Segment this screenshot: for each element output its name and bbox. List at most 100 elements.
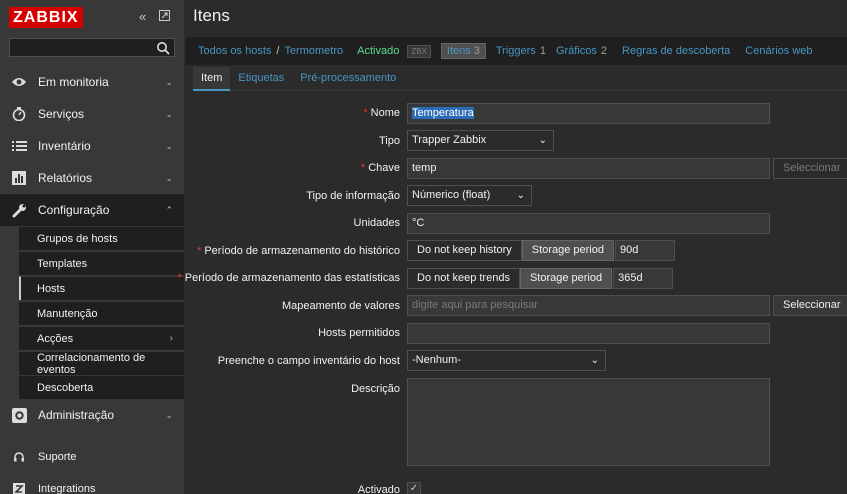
form-tabs: Item Etiquetas Pré-processamento bbox=[193, 67, 847, 91]
valuemap-select-button[interactable]: Seleccionar bbox=[773, 295, 847, 316]
nav-items-label: Itens bbox=[446, 45, 471, 57]
history-period-field[interactable]: 90d bbox=[614, 240, 675, 261]
type-value: Trapper Zabbix bbox=[412, 134, 487, 146]
menu-monitoring[interactable]: Em monitoria ⌄ bbox=[0, 66, 184, 98]
description-label: Descrição bbox=[351, 383, 400, 395]
gear-icon bbox=[11, 407, 27, 423]
menu-label: Relatórios bbox=[38, 171, 93, 185]
trends-label: * Período de armazenamento das estatístic… bbox=[177, 272, 400, 284]
submenu-hosts[interactable]: Hosts bbox=[19, 276, 184, 300]
menu-reports[interactable]: Relatórios ⌄ bbox=[0, 162, 184, 194]
menu-administration[interactable]: Administração ⌄ bbox=[0, 399, 184, 431]
trends-mode-toggle: Do not keep trends Storage period 365d bbox=[407, 268, 674, 289]
required-marker: * bbox=[197, 245, 202, 257]
check-icon: ✓ bbox=[409, 483, 419, 494]
tab-tags[interactable]: Etiquetas bbox=[230, 67, 292, 91]
nav-items[interactable]: Itens 3 bbox=[440, 43, 486, 59]
name-label-text: Nome bbox=[370, 107, 400, 119]
history-mode-toggle: Do not keep history Storage period 90d bbox=[407, 240, 675, 261]
description-textarea[interactable] bbox=[407, 378, 770, 466]
expand-icon[interactable] bbox=[159, 9, 170, 25]
submenu-label: Manutenção bbox=[37, 307, 98, 320]
nav-graphs[interactable]: Gráficos 2 bbox=[556, 45, 607, 57]
key-select-button[interactable]: Seleccionar bbox=[773, 158, 847, 179]
info-type-select[interactable]: Númerico (float) ⌄ bbox=[407, 185, 532, 206]
info-type-label: Tipo de informação bbox=[306, 190, 400, 202]
submenu-label: Hosts bbox=[37, 282, 66, 295]
name-field[interactable]: Temperatura bbox=[407, 103, 770, 124]
menu-inventory[interactable]: Inventário ⌄ bbox=[0, 130, 184, 162]
submenu-maintenance[interactable]: Manutenção bbox=[19, 301, 184, 325]
required-marker: * bbox=[177, 272, 182, 284]
required-marker: * bbox=[360, 162, 366, 174]
type-label: Tipo bbox=[379, 135, 400, 147]
menu-label: Configuração bbox=[38, 203, 110, 217]
host-status[interactable]: Activado bbox=[357, 45, 399, 57]
zabbix-logo[interactable]: ZABBIX bbox=[9, 7, 83, 28]
headset-icon bbox=[12, 450, 26, 464]
required-marker: * bbox=[363, 107, 368, 119]
menu-configuration[interactable]: Configuração ⌃ bbox=[0, 194, 184, 226]
wrench-icon bbox=[11, 202, 27, 218]
menu-label: Suporte bbox=[38, 451, 77, 463]
chevron-down-icon: ⌄ bbox=[165, 410, 173, 420]
tab-item[interactable]: Item bbox=[193, 67, 231, 91]
chevron-down-icon: ⌄ bbox=[165, 77, 173, 87]
submenu-host-groups[interactable]: Grupos de hosts bbox=[19, 226, 184, 250]
submenu-label: Acções bbox=[37, 332, 74, 345]
units-field[interactable]: °C bbox=[407, 213, 770, 234]
nav-web-scenarios[interactable]: Cenários web bbox=[745, 45, 812, 57]
nav-graphs-count: 2 bbox=[600, 45, 608, 57]
list-icon bbox=[11, 138, 27, 154]
menu-label: Serviços bbox=[38, 107, 85, 121]
trends-storage-period-option[interactable]: Storage period bbox=[519, 268, 613, 289]
page-title: Itens bbox=[193, 6, 230, 25]
double-chevron-left-icon[interactable]: « bbox=[139, 9, 146, 25]
trends-period-field[interactable]: 365d bbox=[613, 268, 674, 289]
history-label: * Período de armazenamento do histórico bbox=[197, 245, 400, 257]
enabled-label: Activado bbox=[357, 484, 400, 494]
search-icon[interactable] bbox=[156, 41, 170, 55]
valuemap-field[interactable]: digite aqui para pesquisar bbox=[407, 295, 770, 316]
nav-items-count: 3 bbox=[473, 45, 480, 57]
inventory-select[interactable]: -Nenhum- ⌄ bbox=[407, 350, 606, 371]
name-label: * Nome bbox=[363, 107, 400, 119]
submenu-discovery[interactable]: Descoberta bbox=[19, 375, 184, 399]
chevron-down-icon: ⌄ bbox=[165, 173, 173, 183]
info-type-value: Númerico (float) bbox=[412, 189, 491, 201]
submenu-label: Correlacionamento de eventos bbox=[37, 351, 146, 376]
history-no-keep-option[interactable]: Do not keep history bbox=[407, 240, 522, 261]
trends-label-text: Período de armazenamento das estatística… bbox=[184, 272, 400, 284]
name-value: Temperatura bbox=[412, 107, 474, 119]
key-field[interactable]: temp bbox=[407, 158, 770, 179]
breadcrumb-separator: / bbox=[276, 45, 280, 57]
nav-triggers-label: Triggers bbox=[495, 45, 536, 57]
menu-label: Integrations bbox=[38, 483, 96, 494]
menu-services[interactable]: Serviços ⌄ bbox=[0, 98, 184, 130]
menu-label: Administração bbox=[38, 408, 115, 422]
chevron-up-icon: ⌃ bbox=[165, 205, 173, 215]
type-select[interactable]: Trapper Zabbix ⌄ bbox=[407, 130, 554, 151]
submenu-actions[interactable]: Acções › bbox=[19, 326, 184, 350]
chevron-down-icon: ⌄ bbox=[165, 109, 173, 119]
submenu-event-correlation[interactable]: Correlacionamento de eventos bbox=[19, 351, 184, 376]
eye-icon bbox=[11, 74, 27, 90]
menu-support[interactable]: Suporte bbox=[0, 445, 184, 469]
trends-no-keep-option[interactable]: Do not keep trends bbox=[407, 268, 520, 289]
nav-triggers[interactable]: Triggers 1 bbox=[496, 45, 546, 57]
menu-integrations[interactable]: Integrations bbox=[0, 477, 184, 494]
history-storage-period-option[interactable]: Storage period bbox=[521, 240, 614, 261]
submenu-label: Descoberta bbox=[37, 381, 94, 394]
bar-chart-icon bbox=[11, 170, 27, 186]
tab-preprocessing[interactable]: Pré-processamento bbox=[292, 67, 404, 91]
breadcrumb-host[interactable]: Termometro bbox=[284, 45, 343, 57]
nav-discovery-rules[interactable]: Regras de descoberta bbox=[622, 45, 730, 57]
breadcrumb-all-hosts[interactable]: Todos os hosts bbox=[198, 45, 271, 57]
submenu-label: Grupos de hosts bbox=[37, 232, 118, 245]
allowed-hosts-field[interactable] bbox=[407, 323, 770, 344]
key-label-text: Chave bbox=[368, 162, 400, 174]
chevron-down-icon: ⌄ bbox=[590, 355, 599, 366]
submenu-templates[interactable]: Templates bbox=[19, 251, 184, 275]
enabled-checkbox[interactable]: ✓ bbox=[407, 482, 421, 494]
search-input[interactable] bbox=[9, 38, 175, 57]
